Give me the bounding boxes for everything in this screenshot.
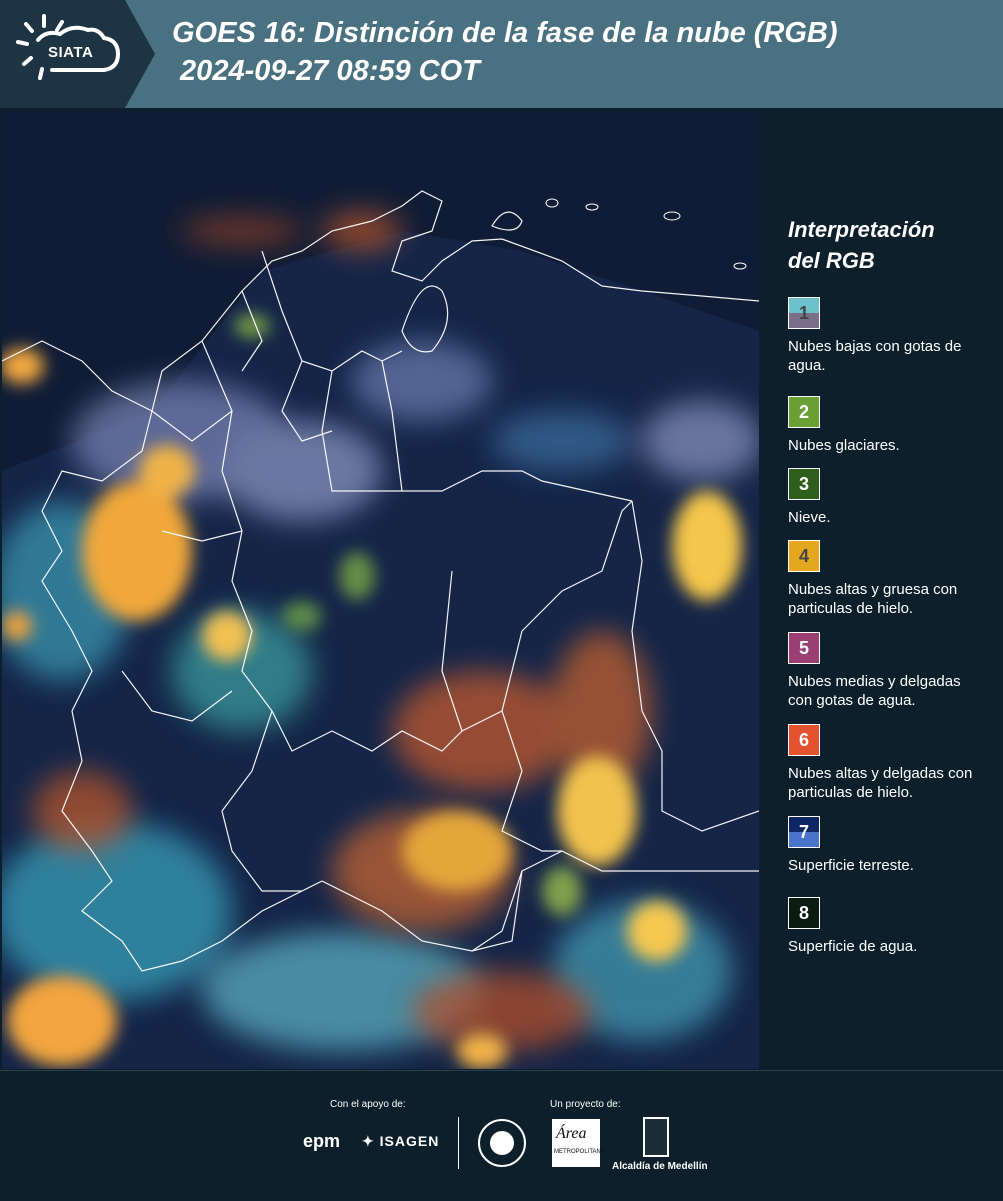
legend-label: Superficie terreste. [788,857,914,874]
medellin-seal-icon [478,1119,526,1167]
isagen-icon: ✦ [362,1133,375,1149]
legend-item-1: 1 Nubes bajas con gotas de agua. [788,297,988,375]
title-line-2: 2024-09-27 08:59 COT [172,55,480,87]
legend-label: Nubes altas y gruesa con particulas de h… [788,581,958,617]
legend-number: 3 [798,473,809,494]
legend-item-4: 4 Nubes altas y gruesa con particulas de … [788,540,988,618]
legend-label: Nieve. [788,509,831,526]
legend-item-5: 5 Nubes medias y delgadas con gotas de ag… [788,632,988,710]
logo-text: SIATA [48,44,94,61]
legend-item-3: 3 Nieve. [788,468,988,527]
legend-label: Superficie de agua. [788,938,918,955]
legend-item-2: 2 Nubes glaciares. [788,396,988,455]
legend-item-6: 6 Nubes altas y delgadas con particulas d… [788,724,988,802]
legend-number: 7 [798,821,809,842]
legend-number: 4 [798,545,809,566]
title-line-1: GOES 16: Distinción de la fase de la nub… [172,17,838,49]
header-bar: SIATA GOES 16: Distinción de la fase de … [0,0,1003,108]
legend-title: Interpretación del RGB [788,214,988,276]
project-label: Un proyecto de: [550,1099,621,1110]
support-label: Con el apoyo de: [330,1099,406,1110]
legend-item-8: 8 Superficie de agua. [788,897,988,956]
epm-logo: epm [303,1131,341,1151]
legend-swatch-6: 6 [788,724,820,756]
alcaldia-shield-icon [643,1117,669,1157]
footer-divider [458,1117,459,1169]
alcaldia-label: Alcaldía de Medellín [612,1161,708,1172]
isagen-logo: ✦ ISAGEN [362,1133,439,1150]
area-metro-text: Área [556,1125,587,1142]
legend-title-line-2: del RGB [788,248,875,273]
legend-item-7: 7 Superficie terreste. [788,816,988,875]
legend-label: Nubes altas y delgadas con particulas de… [788,765,973,801]
legend-label: Nubes glaciares. [788,437,900,454]
legend-label: Nubes bajas con gotas de agua. [788,338,962,374]
legend-number: 5 [798,637,809,658]
satellite-map [2,111,759,1069]
isagen-text: ISAGEN [379,1133,440,1149]
legend-swatch-1: 1 [788,297,820,329]
legend-swatch-2: 2 [788,396,820,428]
legend-number: 8 [798,902,809,923]
legend-swatch-7: 7 [788,816,820,848]
legend-swatch-5: 5 [788,632,820,664]
legend-title-line-1: Interpretación [788,217,935,242]
footer: Con el apoyo de: Un proyecto de: epm ✦ I… [0,1070,1003,1201]
legend-number: 6 [798,729,809,750]
legend-number: 1 [798,302,809,323]
legend-swatch-3: 3 [788,468,820,500]
rgb-satellite-image [2,111,759,1069]
legend: Interpretación del RGB 1 Nubes bajas con … [788,214,988,955]
siata-logo: SIATA [0,0,155,108]
legend-swatch-8: 8 [788,897,820,929]
page-title: GOES 16: Distinción de la fase de la nub… [172,14,838,90]
area-metropolitana-logo: Área METROPOLITANA [552,1119,605,1167]
legend-label: Nubes medias y delgadas con gotas de agu… [788,673,961,709]
legend-number: 2 [798,401,809,422]
legend-swatch-4: 4 [788,540,820,572]
area-metro-sub: METROPOLITANA [554,1149,605,1155]
